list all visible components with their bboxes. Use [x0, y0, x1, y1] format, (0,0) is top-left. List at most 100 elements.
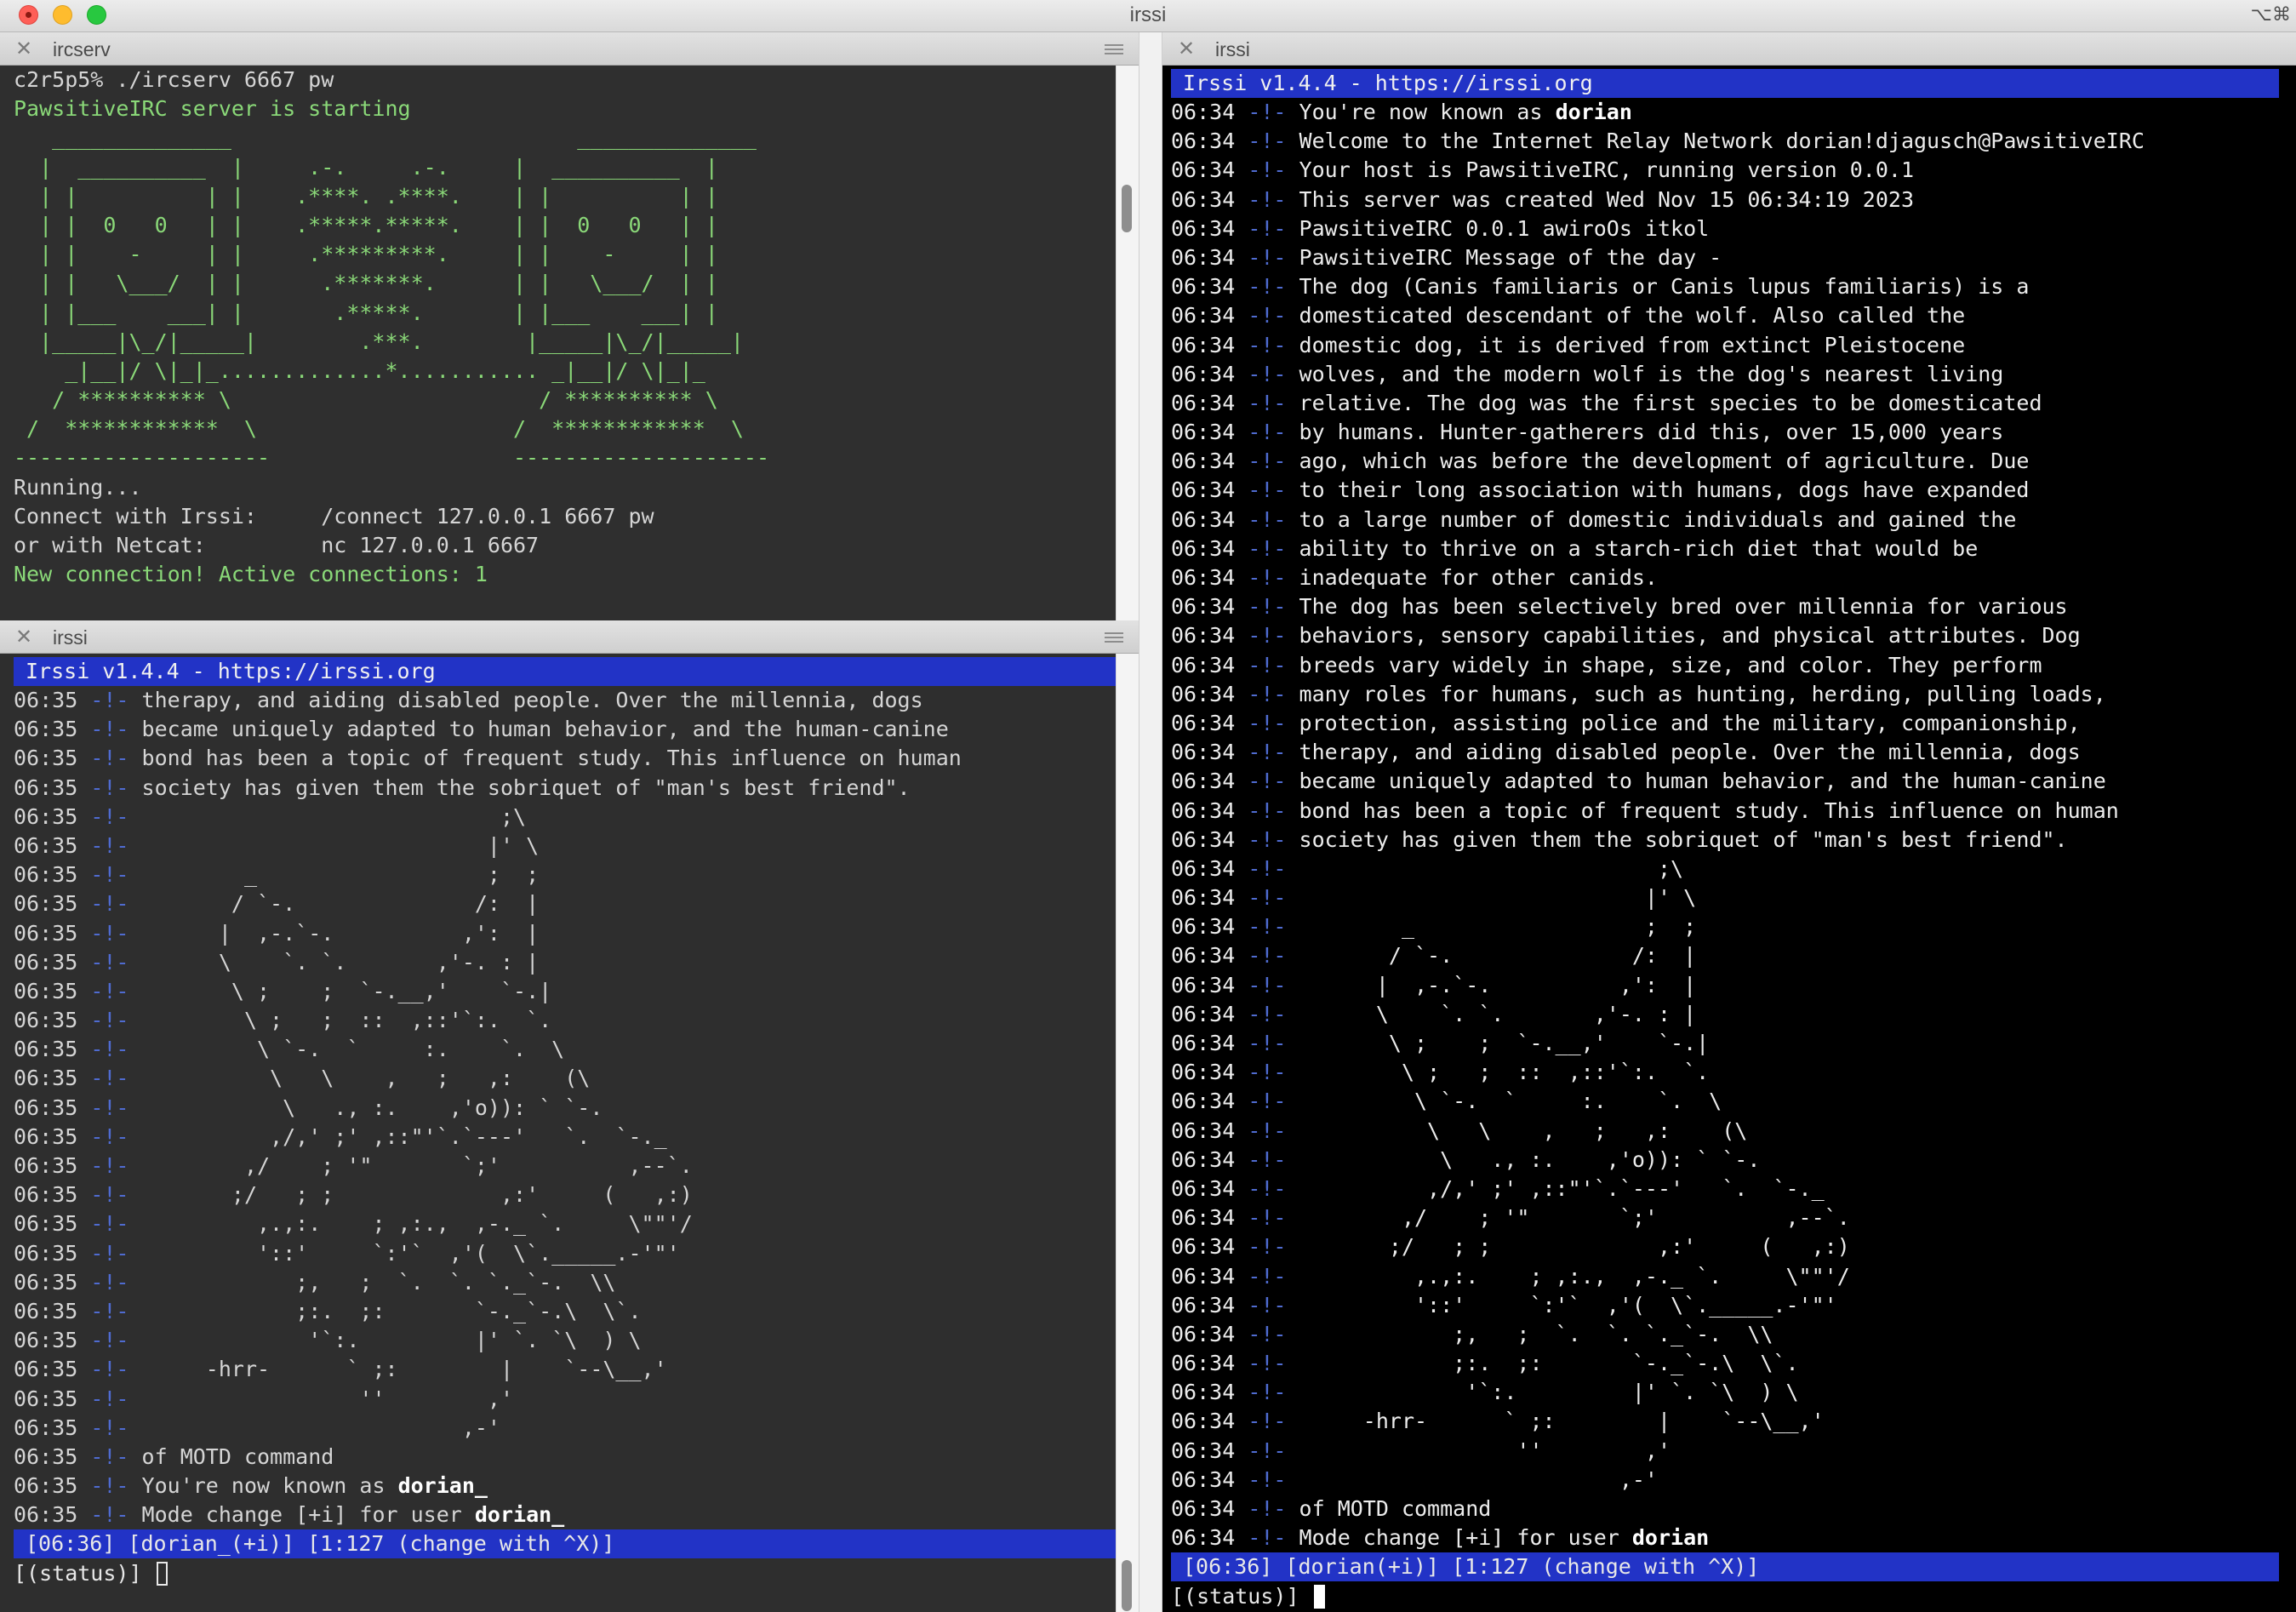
timestamp: 06:34	[1171, 681, 1236, 706]
message-text: \ ; ; `-.__,' `-.|	[129, 978, 552, 1003]
server-notice-marker: -!-	[1248, 1146, 1287, 1172]
server-notice-marker: -!-	[1248, 1060, 1287, 1085]
message-line: 06:35 -!- of MOTD command	[14, 1443, 1139, 1472]
timestamp: 06:35	[14, 891, 78, 917]
message-line: 06:34 -!- wolves, and the modern wolf is…	[1171, 360, 2296, 389]
timestamp: 06:34	[1171, 1409, 1236, 1434]
server-notice-marker: -!-	[1248, 129, 1287, 154]
message-line: 06:35 -!- \ ; ; :: ,::'`:. `.	[14, 1006, 1139, 1035]
message-line: 06:35 -!- ;, ; `. `. `._`-. \\	[14, 1268, 1139, 1297]
message-line: 06:34 -!- ,/,' ;' ,::"'`.`---' `. `-._	[1171, 1175, 2296, 1203]
message-line: 06:34 -!- ability to thrive on a starch-…	[1171, 534, 2296, 563]
left-irssi-pane: ✕ irssi Irssi v1.4.4 - https://irssi.org…	[0, 620, 1139, 1612]
server-output-line: / ********** \ / ********** \	[14, 387, 718, 413]
left-irssi-scroll-thumb[interactable]	[1122, 1560, 1132, 1611]
timestamp: 06:35	[14, 1066, 78, 1091]
message-line: 06:34 -!- of MOTD command	[1171, 1495, 2296, 1523]
server-output-line: PawsitiveIRC server is starting	[14, 96, 411, 122]
timestamp: 06:34	[1171, 1031, 1236, 1055]
timestamp: 06:35	[14, 746, 78, 771]
server-output-line: | | | | .****. .****. | | | |	[14, 183, 718, 209]
close-icon[interactable]: ✕	[1178, 32, 1195, 65]
message-line: 06:34 -!- breeds vary widely in shape, s…	[1171, 651, 2296, 680]
left-irssi-pane-tabbar: ✕ irssi	[0, 620, 1139, 654]
timestamp: 06:34	[1171, 420, 1236, 445]
message-text: |' \	[1286, 885, 1697, 911]
message-line: 06:35 -!- \ `-. ` :. `. \	[14, 1035, 1139, 1064]
message-text: ability to thrive on a starch-rich diet …	[1286, 535, 1979, 561]
timestamp: 06:35	[14, 1298, 78, 1323]
input-prompt[interactable]: [(status)]	[1171, 1581, 2296, 1612]
server-pane-tab-title[interactable]: ircserv	[53, 32, 111, 65]
right-irssi-pane-tab-title[interactable]: irssi	[1215, 32, 1250, 65]
message-text: behaviors, sensory capabilities, and phy…	[1286, 623, 2081, 649]
message-text: '::' `:'` ,'( \`._____.-'"'	[129, 1240, 680, 1266]
message-line: 06:35 -!- \ \ , ; ,: (\	[14, 1064, 1139, 1093]
server-notice-marker: -!-	[90, 1066, 129, 1091]
input-prompt[interactable]: [(status)]	[14, 1558, 1139, 1589]
left-irssi-pane-tab-title[interactable]: irssi	[53, 620, 88, 653]
server-notice-marker: -!-	[1248, 1234, 1287, 1260]
server-notice-marker: -!-	[1248, 535, 1287, 561]
server-notice-marker: -!-	[90, 1386, 129, 1411]
message-line: 06:34 -!- society has given them the sob…	[1171, 826, 2296, 855]
server-notice-marker: -!-	[1248, 855, 1287, 881]
server-output-line: | __________ | .-. .-. | __________ |	[14, 154, 718, 180]
server-notice-marker: -!-	[1248, 594, 1287, 620]
server-terminal-output[interactable]: c2r5p5% ./ircserv 6667 pw PawsitiveIRC se…	[0, 66, 1139, 620]
status-bar: [06:36] [dorian_(+i)] [1:127 (change wit…	[14, 1529, 1127, 1559]
menu-icon[interactable]	[1105, 44, 1123, 54]
close-icon[interactable]: ✕	[15, 32, 32, 65]
message-text: | ,-.`-. ,': |	[129, 920, 540, 946]
timestamp: 06:34	[1171, 129, 1236, 154]
server-output-line: or with Netcat: nc 127.0.0.1 6667	[14, 533, 540, 557]
server-notice-marker: -!-	[1248, 740, 1287, 765]
server-notice-marker: -!-	[1248, 244, 1287, 270]
server-notice-marker: -!-	[90, 1473, 129, 1499]
message-text: -hrr- ` ;: | `--\__,'	[129, 1357, 667, 1382]
timestamp: 06:34	[1171, 623, 1236, 649]
timestamp: 06:35	[14, 1211, 78, 1237]
message-text: ,-'	[129, 1415, 500, 1440]
server-pane-scroll-thumb[interactable]	[1122, 185, 1132, 232]
timestamp: 06:35	[14, 1502, 78, 1528]
server-notice-marker: -!-	[1248, 1089, 1287, 1114]
server-notice-marker: -!-	[1248, 1292, 1287, 1318]
message-text: ;\	[1286, 855, 1684, 881]
server-notice-marker: -!-	[1248, 623, 1287, 649]
server-notice-marker: -!-	[90, 717, 129, 742]
message-line: 06:34 -!- ;, ; `. `. `._`-. \\	[1171, 1320, 2296, 1349]
pane-divider[interactable]	[1139, 32, 1162, 1612]
close-icon[interactable]: ✕	[15, 620, 32, 653]
message-line: 06:34 -!- Your host is PawsitiveIRC, run…	[1171, 156, 2296, 185]
right-irssi-terminal[interactable]: Irssi v1.4.4 - https://irssi.org 06:34 -…	[1162, 66, 2296, 1612]
server-notice-marker: -!-	[1248, 390, 1287, 415]
timestamp: 06:34	[1171, 157, 1236, 183]
message-text: PawsitiveIRC Message of the day -	[1286, 244, 1722, 270]
server-notice-marker: -!-	[1248, 1175, 1287, 1201]
left-irssi-scrollbar[interactable]	[1116, 654, 1139, 1612]
server-notice-marker: -!-	[1248, 186, 1287, 212]
right-irssi-pane: ✕ irssi Irssi v1.4.4 - https://irssi.org…	[1162, 32, 2296, 1612]
message-line: 06:34 -!- '' ,'	[1171, 1437, 2296, 1466]
timestamp: 06:34	[1171, 1118, 1236, 1143]
left-irssi-terminal[interactable]: Irssi v1.4.4 - https://irssi.org 06:35 -…	[0, 654, 1139, 1612]
message-line: 06:34 -!- bond has been a topic of frequ…	[1171, 797, 2296, 826]
message-line: 06:35 -!- \ `. `. ,'-. : |	[14, 948, 1139, 977]
message-text: \ ; ; `-.__,' `-.|	[1286, 1031, 1710, 1055]
message-text: many roles for humans, such as hunting, …	[1286, 681, 2106, 706]
message-text: \ `. `. ,'-. : |	[1286, 1001, 1697, 1026]
server-pane-scrollbar[interactable]	[1116, 66, 1139, 620]
message-text: _ ; ;	[129, 862, 540, 888]
timestamp: 06:35	[14, 775, 78, 800]
message-line: 06:34 -!- Mode change [+i] for user dori…	[1171, 1523, 2296, 1552]
message-line: 06:34 -!- The dog has been selectively b…	[1171, 592, 2296, 621]
server-output-line: -------------------- -------------------…	[14, 445, 770, 471]
message-text: society has given them the sobriquet of …	[1286, 826, 2068, 852]
timestamp: 06:35	[14, 1008, 78, 1033]
timestamp: 06:34	[1171, 855, 1236, 881]
message-text: ;, ; `. `. `._`-. \\	[129, 1269, 616, 1295]
server-notice-marker: -!-	[1248, 215, 1287, 241]
menu-icon[interactable]	[1105, 632, 1123, 643]
message-text: ,/,' ;' ,::"'`.`---' `. `-._	[1286, 1175, 1825, 1201]
